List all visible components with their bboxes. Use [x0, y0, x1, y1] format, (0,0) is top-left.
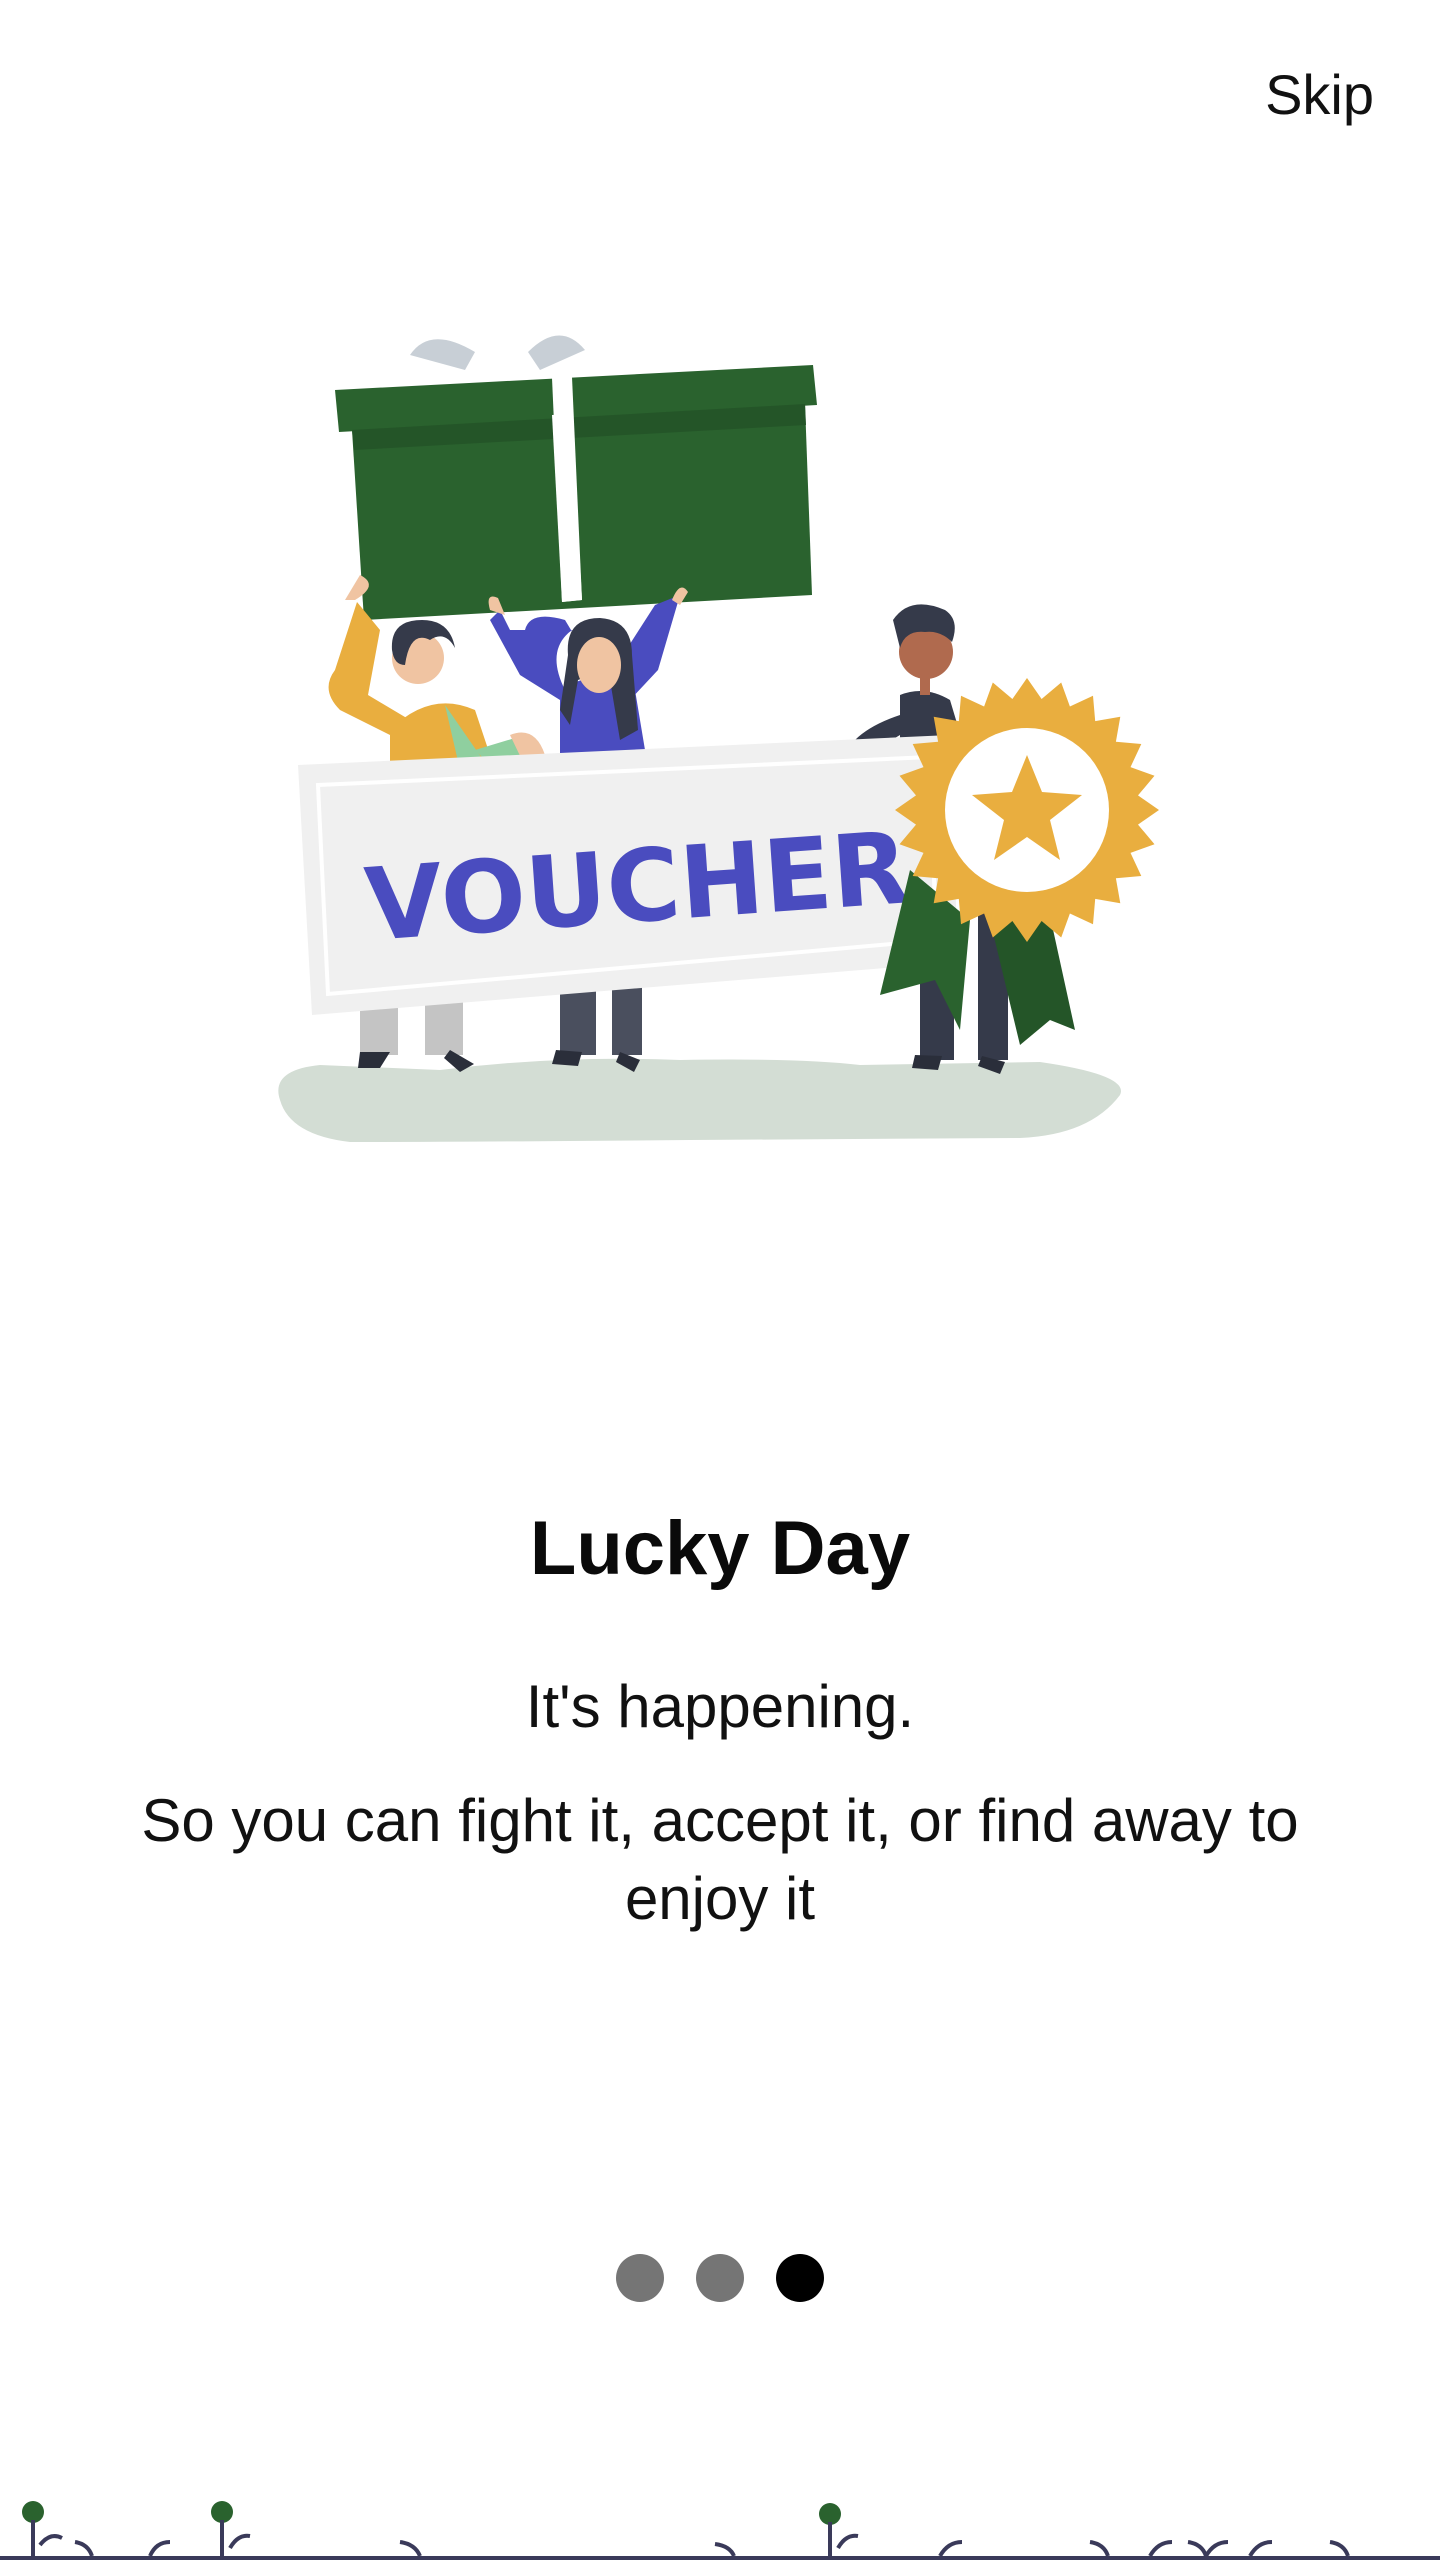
onboarding-screen: Skip VOUCHER Lucky Day It's happening. S…	[0, 0, 1440, 2560]
gift-icon	[335, 335, 817, 620]
page-dot-1[interactable]	[616, 2254, 664, 2302]
skip-button[interactable]: Skip	[1265, 62, 1374, 127]
page-indicator	[0, 2254, 1440, 2302]
slide-body: So you can fight it, accept it, or find …	[141, 1787, 1299, 1932]
slide-subtitle: It's happening.	[525, 1673, 915, 1740]
decorative-plants-footer	[0, 2501, 1440, 2560]
slide-title: Lucky Day	[529, 1506, 911, 1591]
voucher-banner: VOUCHER	[298, 735, 958, 1015]
page-dot-3[interactable]	[776, 2254, 824, 2302]
voucher-illustration: VOUCHER	[278, 335, 1159, 1142]
page-dot-2[interactable]	[696, 2254, 744, 2302]
